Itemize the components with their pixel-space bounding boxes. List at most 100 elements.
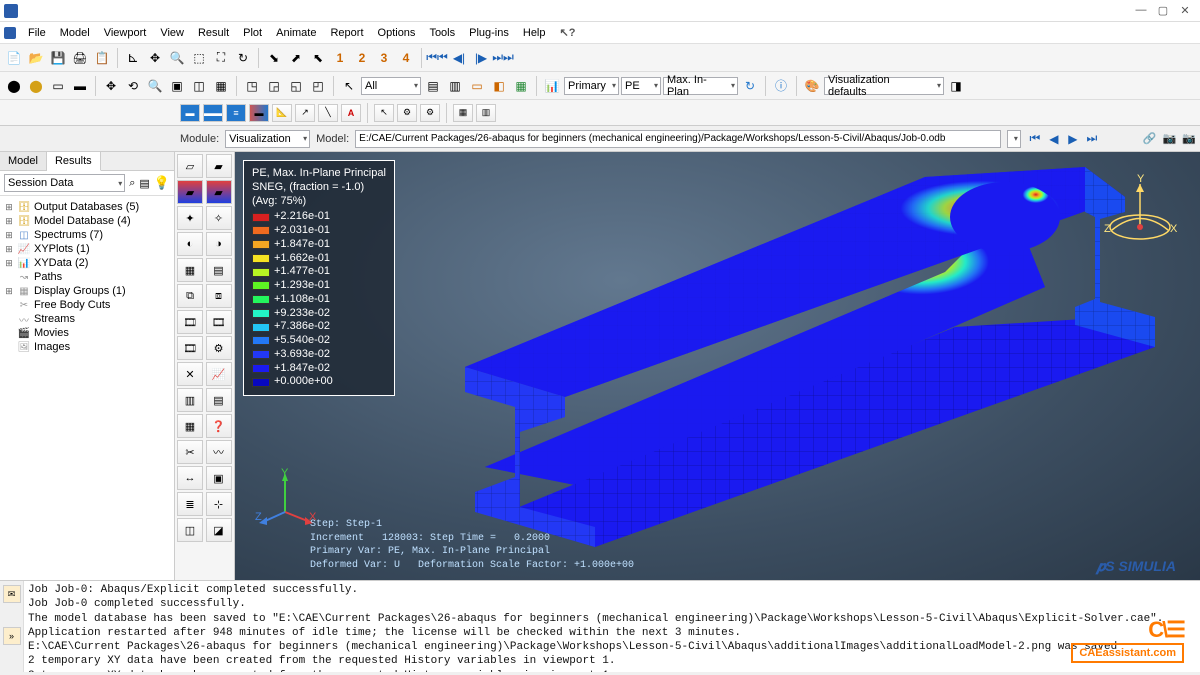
tool-common-opts[interactable]: ▤ — [206, 258, 232, 282]
view-compass[interactable]: Y X Z — [1100, 172, 1180, 252]
filter-icon[interactable]: ⌕ — [129, 177, 135, 190]
select-icon-2[interactable]: ◧ — [489, 76, 509, 96]
view-button-2[interactable]: ⬉ — [308, 48, 328, 68]
tool-superimpose-opts[interactable]: ⧈ — [206, 284, 232, 308]
tool-field-output[interactable]: ▥ — [177, 388, 203, 412]
box-zoom-button[interactable]: ▣ — [167, 76, 187, 96]
add-button[interactable]: ▥ — [445, 76, 465, 96]
sphere-icon[interactable]: ⬤ — [4, 76, 24, 96]
tool-stream[interactable]: 〰 — [206, 440, 232, 464]
viz-defaults-combo[interactable]: Visualization defaults — [824, 77, 944, 95]
tool-contour-opts[interactable]: ▰ — [206, 180, 232, 204]
tool-xy-plot[interactable]: 📈 — [206, 362, 232, 386]
tree-images[interactable]: 🖼Images — [2, 340, 172, 354]
persp-button-3[interactable]: ◱ — [286, 76, 306, 96]
model-path-field[interactable]: E:/CAE/Current Packages/26-abaqus for be… — [355, 130, 1001, 148]
refresh-button[interactable]: ↻ — [740, 76, 760, 96]
persp-button[interactable]: ◳ — [242, 76, 262, 96]
menu-report[interactable]: Report — [324, 25, 369, 41]
session-combo[interactable]: Session Data — [4, 174, 125, 192]
view-4-button[interactable]: 4 — [396, 48, 416, 68]
view-button[interactable]: ⬈ — [286, 48, 306, 68]
menu-animate[interactable]: Animate — [270, 25, 322, 41]
viewport-3d[interactable]: PE, Max. In-Plane Principal SNEG, (fract… — [235, 152, 1200, 580]
arrow-tool[interactable]: ↖ — [374, 104, 394, 122]
component-combo[interactable]: Max. In-Plan — [663, 77, 738, 95]
zoom-box-button[interactable]: ⬚ — [189, 48, 209, 68]
options-tool[interactable]: ⚙ — [397, 104, 417, 122]
tool-spreadsheet[interactable]: ▦ — [177, 414, 203, 438]
console-tab-cmd[interactable]: » — [3, 627, 21, 645]
tool-xy-data[interactable]: ✕ — [177, 362, 203, 386]
render-style-3[interactable]: ≡ — [226, 104, 246, 122]
maximize-button[interactable]: ▢ — [1154, 4, 1172, 17]
sphere-icon-2[interactable]: ⬤ — [26, 76, 46, 96]
info-button[interactable]: ⓘ — [771, 76, 791, 96]
render-style-5[interactable]: 📐 — [272, 104, 292, 122]
tree-model-database[interactable]: ⊞🗄Model Database (4) — [2, 214, 172, 228]
view-2-button[interactable]: 2 — [352, 48, 372, 68]
tool-contour[interactable]: ▰ — [177, 180, 203, 204]
options-icon[interactable]: ▤ — [139, 177, 149, 190]
tool-symbol[interactable]: ✦ — [177, 206, 203, 230]
render-style-2[interactable]: ▬▬ — [203, 104, 223, 122]
tool-free-body[interactable]: ↔ — [177, 466, 203, 490]
position-combo[interactable]: Primary — [564, 77, 619, 95]
field-output-icon[interactable]: 📊 — [542, 76, 562, 96]
copy-button[interactable]: 📋 — [92, 48, 112, 68]
arrow-button[interactable]: ↖ — [339, 76, 359, 96]
minimize-button[interactable]: — — [1132, 4, 1150, 17]
menu-plugins[interactable]: Plug-ins — [463, 25, 515, 41]
nav-prev[interactable]: ◀ — [1046, 132, 1062, 146]
persp-button-4[interactable]: ◰ — [308, 76, 328, 96]
tree-output-databases[interactable]: ⊞🗄Output Databases (5) — [2, 200, 172, 214]
menu-viewport[interactable]: Viewport — [98, 25, 153, 41]
new-button[interactable]: 📄 — [4, 48, 24, 68]
console-tab-main[interactable]: ✉ — [3, 585, 21, 603]
menu-file[interactable]: File — [22, 25, 52, 41]
tool-symbol-opts[interactable]: ✧ — [206, 206, 232, 230]
tree-free-body-cuts[interactable]: ✂Free Body Cuts — [2, 298, 172, 312]
auto-fit-button[interactable]: ▦ — [211, 76, 231, 96]
first-frame-button[interactable]: ⏮⏮ — [427, 48, 447, 68]
variable-combo[interactable]: PE — [621, 77, 661, 95]
tab-model[interactable]: Model — [0, 152, 47, 170]
print-button[interactable]: 🖨 — [70, 48, 90, 68]
grid-tool-1[interactable]: ▦ — [453, 104, 473, 122]
menu-model[interactable]: Model — [54, 25, 96, 41]
camera-button-2[interactable]: 📷 — [1182, 132, 1196, 145]
tool-extra-1[interactable]: ◫ — [177, 518, 203, 542]
tool-animate-opts[interactable]: ⚙ — [206, 336, 232, 360]
tool-display-group[interactable]: ▣ — [206, 466, 232, 490]
zoom-button[interactable]: 🔍 — [167, 48, 187, 68]
tool-history-output[interactable]: ▤ — [206, 388, 232, 412]
box-icon[interactable]: ▭ — [48, 76, 68, 96]
tab-results[interactable]: Results — [47, 152, 101, 171]
tree-xydata[interactable]: ⊞📊XYData (2) — [2, 256, 172, 270]
tree-xyplots[interactable]: ⊞📈XYPlots (1) — [2, 242, 172, 256]
save-button[interactable]: 💾 — [48, 48, 68, 68]
menu-options[interactable]: Options — [372, 25, 422, 41]
tree-streams[interactable]: 〰Streams — [2, 312, 172, 326]
tool-material-opts[interactable]: ◑ — [206, 232, 232, 256]
nav-first[interactable]: ⏮ — [1027, 131, 1043, 146]
tool-extra-2[interactable]: ◪ — [206, 518, 232, 542]
menu-view[interactable]: View — [154, 25, 190, 41]
open-button[interactable]: 📂 — [26, 48, 46, 68]
console-output[interactable]: Job Job-0: Abaqus/Explicit completed suc… — [24, 581, 1200, 672]
render-style-4[interactable]: ▬ — [249, 104, 269, 122]
tool-material[interactable]: ◐ — [177, 232, 203, 256]
pan-button[interactable]: ✥ — [145, 48, 165, 68]
menu-result[interactable]: Result — [192, 25, 235, 41]
next-frame-button[interactable]: |▶ — [471, 48, 491, 68]
fit-all-button[interactable]: ◫ — [189, 76, 209, 96]
drop-button[interactable]: ◨ — [946, 76, 966, 96]
tool-coord[interactable]: ⊹ — [206, 492, 232, 516]
select-icon[interactable]: ▭ — [467, 76, 487, 96]
nav-next[interactable]: ▶ — [1065, 132, 1081, 146]
menu-help[interactable]: Help — [517, 25, 552, 41]
tool-animate-scale[interactable]: 🎞 — [177, 310, 203, 334]
rotate-view-button[interactable]: ⟲ — [123, 76, 143, 96]
render-style-7[interactable]: ╲ — [318, 104, 338, 122]
move-button[interactable]: ✥ — [101, 76, 121, 96]
